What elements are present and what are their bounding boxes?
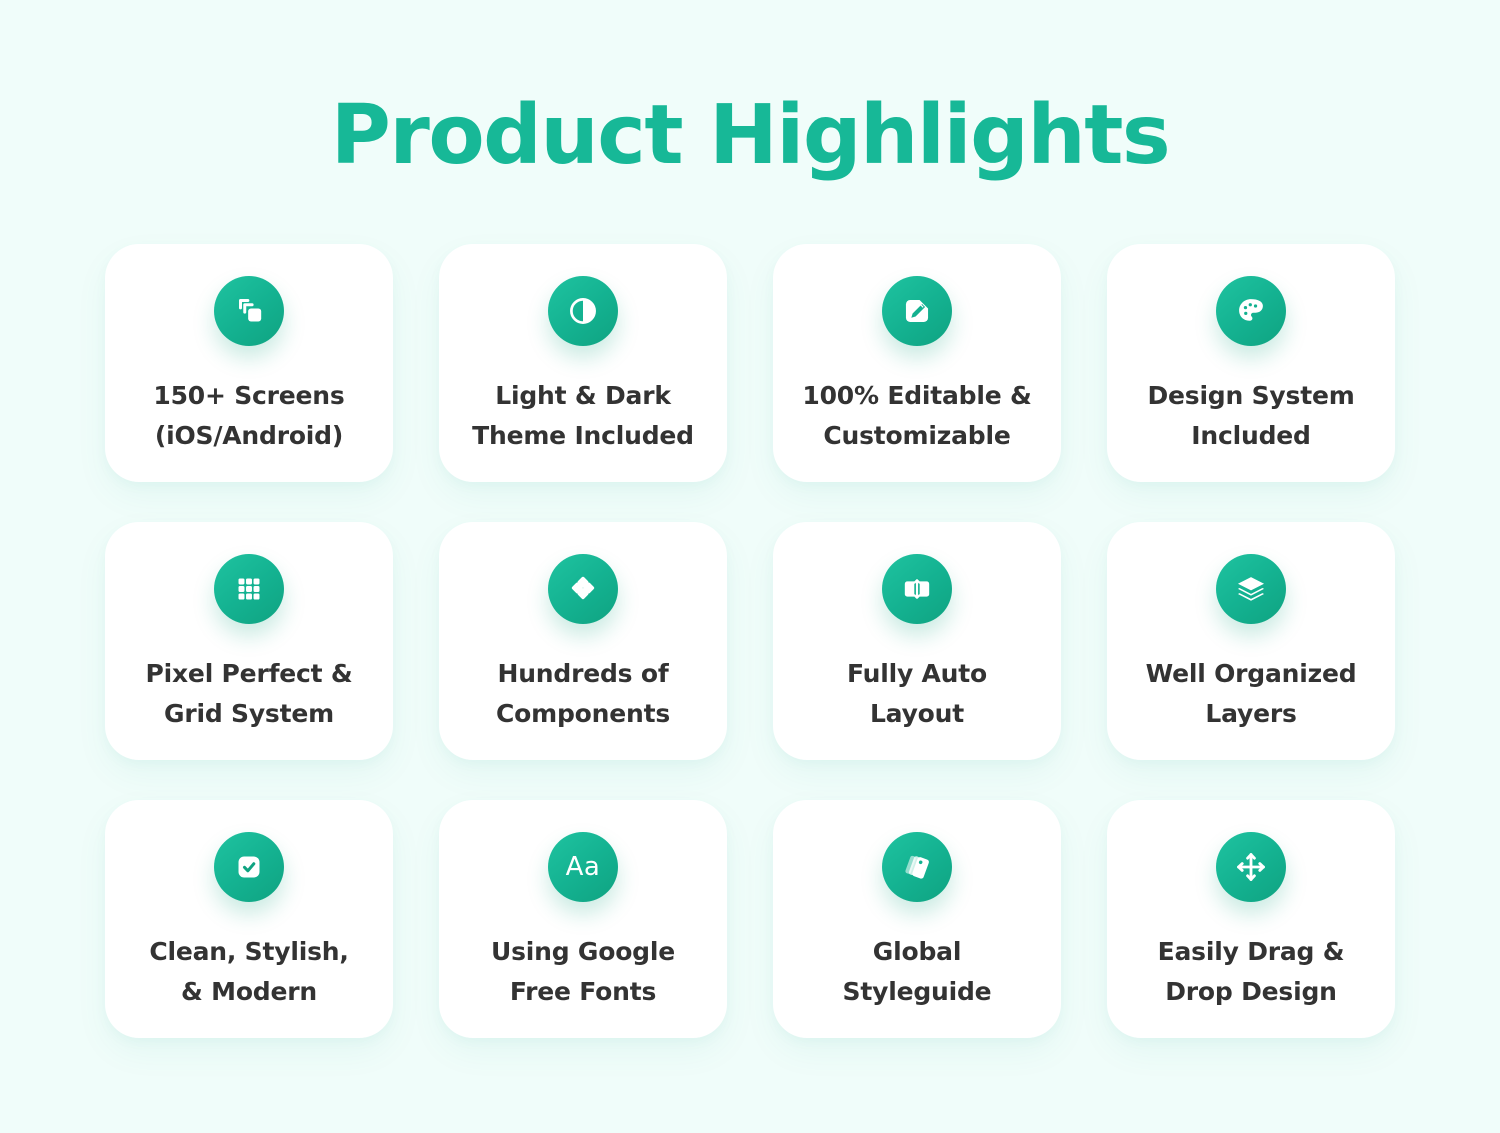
highlight-card-auto-layout[interactable]: Fully Auto Layout [773, 522, 1061, 760]
pencil-edit-icon [882, 276, 952, 346]
page-title: Product Highlights [330, 88, 1171, 183]
typography-aa-icon: Aa [548, 832, 618, 902]
highlight-card-editable[interactable]: 100% Editable & Customizable [773, 244, 1061, 482]
highlight-card-label: Pixel Perfect & Grid System [145, 659, 353, 728]
move-arrows-icon [1216, 832, 1286, 902]
highlight-card-label: Using Google Free Fonts [490, 937, 676, 1006]
checkbox-icon [214, 832, 284, 902]
layers-stack-icon [1216, 554, 1286, 624]
highlight-card-label: Clean, Stylish, & Modern [149, 937, 349, 1006]
highlight-card-label: Easily Drag & Drop Design [1157, 937, 1345, 1006]
highlight-card-design-system[interactable]: Design System Included [1107, 244, 1395, 482]
copy-layers-icon [214, 276, 284, 346]
highlight-card-label: Hundreds of Components [495, 659, 671, 728]
highlight-card-label: Fully Auto Layout [846, 659, 988, 728]
aa-glyph: Aa [565, 852, 601, 882]
highlight-card-styleguide[interactable]: Global Styleguide [773, 800, 1061, 1038]
highlight-card-label: Global Styleguide [842, 937, 992, 1006]
highlight-card-components[interactable]: Hundreds of Components [439, 522, 727, 760]
swatches-icon [882, 832, 952, 902]
highlight-card-fonts[interactable]: Aa Using Google Free Fonts [439, 800, 727, 1038]
highlight-card-theme[interactable]: Light & Dark Theme Included [439, 244, 727, 482]
highlight-card-label: Design System Included [1147, 381, 1355, 450]
contrast-icon [548, 276, 618, 346]
highlight-card-clean-modern[interactable]: Clean, Stylish, & Modern [105, 800, 393, 1038]
highlight-card-screens[interactable]: 150+ Screens (iOS/Android) [105, 244, 393, 482]
highlight-card-label: Well Organized Layers [1145, 659, 1357, 728]
highlights-grid: 150+ Screens (iOS/Android) Light & Dark … [105, 244, 1395, 1038]
highlight-card-label: Light & Dark Theme Included [472, 381, 694, 450]
highlight-card-label: 150+ Screens (iOS/Android) [153, 381, 345, 450]
components-icon [548, 554, 618, 624]
palette-icon [1216, 276, 1286, 346]
highlight-card-grid-system[interactable]: Pixel Perfect & Grid System [105, 522, 393, 760]
highlight-card-label: 100% Editable & Customizable [802, 381, 1032, 450]
highlight-card-layers[interactable]: Well Organized Layers [1107, 522, 1395, 760]
highlight-card-drag-drop[interactable]: Easily Drag & Drop Design [1107, 800, 1395, 1038]
grid-3x3-icon [214, 554, 284, 624]
product-highlights-page: Product Highlights 150+ Screens (iOS/And… [0, 0, 1500, 1133]
auto-layout-icon [882, 554, 952, 624]
